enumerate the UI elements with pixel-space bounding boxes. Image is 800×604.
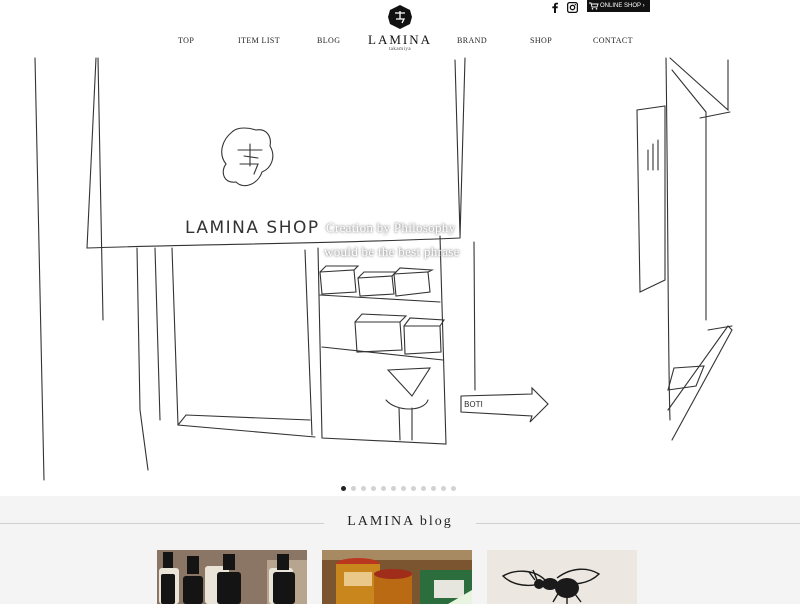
logo-subtitle: takamiya <box>388 47 412 52</box>
site-header: TOP ITEM LIST BLOG LAMINA takamiya BRAND… <box>0 0 800 56</box>
blog-thumbnail-bottles[interactable] <box>157 550 307 604</box>
slider-dot[interactable] <box>381 486 386 491</box>
site-logo[interactable]: LAMINA takamiya <box>362 4 438 54</box>
hero-slider[interactable]: LAMINA SHOP Creation by Philosophy would… <box>0 56 800 496</box>
blog-thumbnail-jars[interactable] <box>322 550 472 604</box>
slider-dot[interactable] <box>441 486 446 491</box>
slider-dot[interactable] <box>451 486 456 491</box>
nav-shop[interactable]: SHOP <box>530 36 552 45</box>
bee-illustration <box>487 550 637 604</box>
hero-caption-line1: Creation by Philosophy <box>326 220 456 235</box>
jars-photo <box>322 550 472 604</box>
cart-icon <box>589 2 599 10</box>
slider-dot[interactable] <box>421 486 426 491</box>
nav-contact[interactable]: CONTACT <box>593 36 633 45</box>
hero-caption-line2: would be the best phrase <box>324 244 460 259</box>
logo-badge-icon <box>388 5 412 29</box>
shop-sketch-illustration <box>34 57 733 481</box>
slider-dot[interactable] <box>411 486 416 491</box>
blog-title: LAMINA blog <box>347 514 453 529</box>
nav-brand[interactable]: BRAND <box>457 36 487 45</box>
slider-dot[interactable] <box>351 486 356 491</box>
blog-thumbnail-bee[interactable] <box>487 550 637 604</box>
logo-name: LAMINA <box>368 32 432 47</box>
nav-top[interactable]: TOP <box>178 36 194 45</box>
slider-dot[interactable] <box>401 486 406 491</box>
arrow-sign-text: BOTI <box>464 400 483 409</box>
blog-divider-right <box>476 523 800 524</box>
bottles-photo <box>157 550 307 604</box>
slider-dot[interactable] <box>341 486 346 491</box>
slider-dot[interactable] <box>371 486 376 491</box>
blog-section: LAMINA blog <box>0 496 800 604</box>
facebook-icon[interactable] <box>551 2 559 13</box>
instagram-icon[interactable] <box>567 2 578 13</box>
nav-item-list[interactable]: ITEM LIST <box>238 36 280 45</box>
shop-sign-text: LAMINA SHOP <box>185 218 320 238</box>
online-shop-button[interactable]: ONLINE SHOP › <box>587 0 650 12</box>
online-shop-label: ONLINE SHOP › <box>600 3 645 9</box>
nav-blog[interactable]: BLOG <box>317 36 340 45</box>
slider-dot[interactable] <box>431 486 436 491</box>
slider-dot[interactable] <box>391 486 396 491</box>
slider-dot[interactable] <box>361 486 366 491</box>
